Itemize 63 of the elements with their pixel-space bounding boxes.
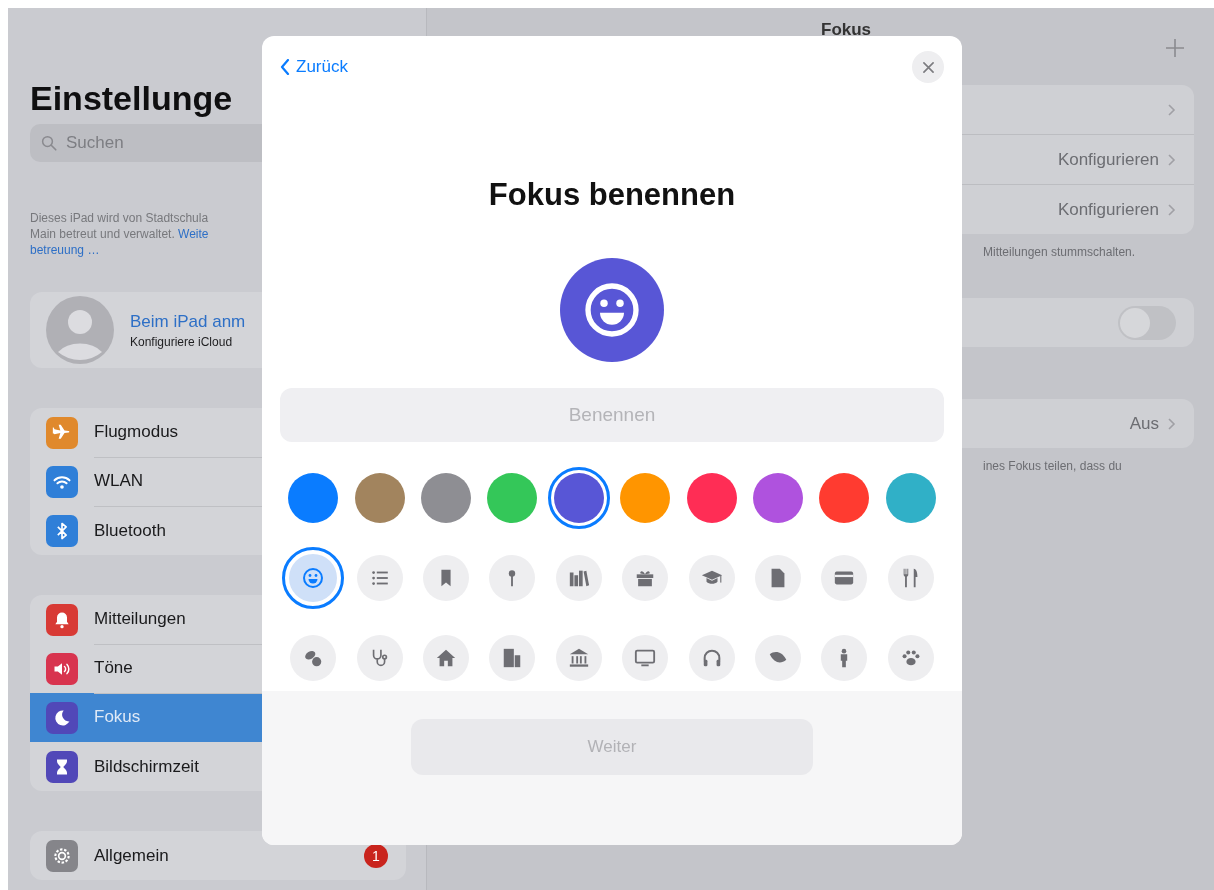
house-icon — [435, 647, 457, 669]
settings-row[interactable]: Bluetooth — [30, 506, 406, 555]
smiley-icon — [301, 566, 326, 590]
row-label: Allgemein — [94, 845, 169, 866]
row-label: Bluetooth — [94, 520, 166, 541]
back-button[interactable]: Zurück — [276, 55, 352, 79]
bank-icon — [567, 647, 590, 669]
name-field[interactable]: Benennen — [280, 388, 944, 442]
row-label: Töne — [94, 658, 133, 678]
symbol-option[interactable] — [489, 555, 536, 601]
nav-title: Fokus — [821, 20, 872, 40]
chevron-icon — [1167, 102, 1176, 117]
color-option[interactable] — [421, 473, 471, 523]
color-option[interactable] — [819, 473, 870, 523]
symbol-option[interactable] — [356, 635, 403, 681]
chevron-icon — [1167, 202, 1176, 217]
row-label: Bildschirmzeit — [94, 756, 199, 777]
row-label: Mitteilungen — [94, 609, 186, 629]
modal-title: Fokus benennen — [487, 177, 737, 213]
symbol-option[interactable] — [489, 635, 536, 681]
footer-text: ines Fokus teilen, dass du — [983, 458, 1123, 474]
notification-badge: 1 — [364, 843, 388, 868]
symbol-option[interactable] — [887, 555, 934, 601]
chevron-icon — [1167, 152, 1176, 167]
chevron-icon — [1167, 416, 1176, 431]
symbol-option[interactable] — [622, 635, 669, 681]
row-label: Flugmodus — [94, 422, 179, 442]
symbol-option[interactable] — [290, 635, 337, 681]
monitor-icon — [634, 647, 657, 669]
row-label: WLAN — [94, 471, 144, 491]
symbol-option[interactable] — [555, 555, 602, 601]
footer-text: Mitteilungen stummschalten. — [983, 244, 1137, 260]
sign-in-subtitle: Konfiguriere iCloud — [130, 334, 234, 349]
row-label: Fokus — [94, 707, 141, 727]
color-option[interactable] — [487, 473, 538, 523]
symbol-option[interactable] — [821, 635, 868, 681]
close-icon — [922, 61, 934, 73]
close-button[interactable] — [912, 51, 944, 83]
symbol-option[interactable] — [688, 555, 735, 601]
avatar-icon — [46, 296, 114, 364]
color-option[interactable] — [686, 473, 737, 523]
color-option[interactable] — [885, 473, 936, 523]
symbol-option[interactable] — [821, 555, 868, 601]
search-icon — [40, 134, 58, 152]
row-value: Aus — [1129, 413, 1159, 434]
symbol-option[interactable] — [887, 635, 934, 681]
symbol-option[interactable] — [555, 635, 602, 681]
color-option[interactable] — [620, 473, 671, 523]
symbol-option[interactable] — [688, 635, 735, 681]
symbol-option[interactable] — [423, 555, 469, 601]
symbol-option[interactable] — [755, 635, 801, 681]
color-option[interactable] — [288, 473, 339, 523]
chevron-icon — [280, 59, 290, 75]
symbol-option[interactable] — [622, 555, 669, 601]
sign-in-title: Beim iPad anm — [130, 311, 246, 332]
symbol-option[interactable] — [755, 555, 801, 601]
plus-icon — [1164, 37, 1186, 59]
color-option[interactable] — [354, 473, 405, 523]
symbol-option[interactable] — [356, 555, 403, 601]
sidebar-title: Einstellunge — [30, 78, 234, 118]
symbol-option[interactable] — [423, 635, 469, 681]
color-option[interactable] — [753, 473, 803, 523]
settings-row[interactable]: Bildschirmzeit — [30, 742, 406, 791]
